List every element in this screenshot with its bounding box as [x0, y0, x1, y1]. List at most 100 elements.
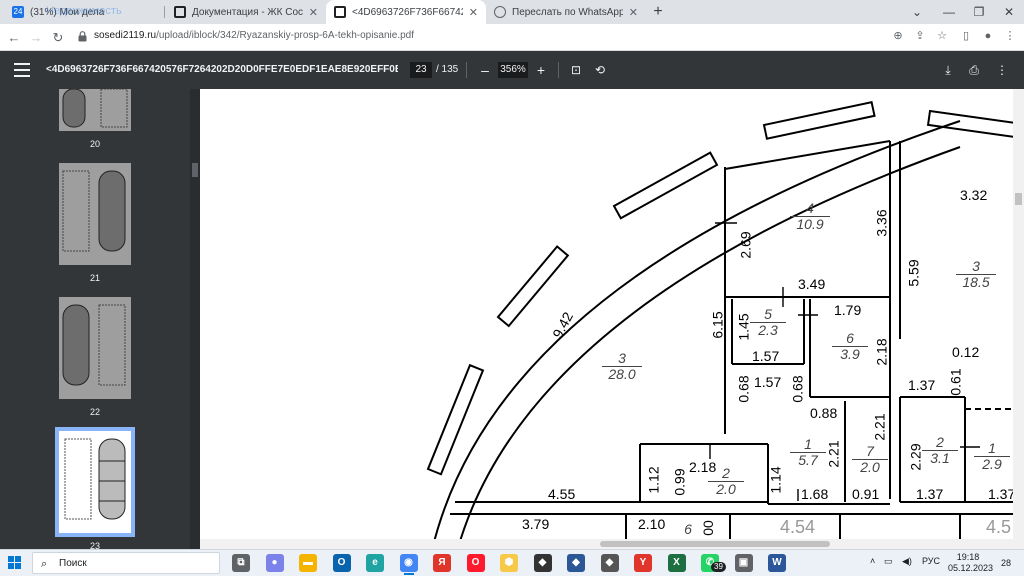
window-4: [762, 100, 876, 140]
explorer-icon[interactable]: ▬: [299, 554, 317, 572]
thumbnail-page-20[interactable]: [59, 89, 131, 131]
windows-start-icon[interactable]: [8, 556, 22, 570]
toolbar-divider: [466, 62, 467, 78]
system-clock[interactable]: 19:18 05.12.2023: [948, 552, 993, 574]
app-badge-icon[interactable]: ▣: [734, 554, 753, 572]
chrome-icon[interactable]: ◉: [399, 554, 418, 575]
window-2: [496, 245, 570, 328]
zoom-in-button[interactable]: +: [532, 61, 550, 79]
thumbnail-plan: [62, 89, 128, 128]
pdf-page-view[interactable]: 9.42 6.15 2.69 3.36 3.49 1.45 1.57 1.79 …: [200, 89, 1013, 549]
room-number: 7: [866, 443, 874, 459]
app-blue-icon[interactable]: ◆: [567, 554, 585, 572]
side-panel-icon[interactable]: ▯: [958, 28, 974, 44]
zoom-icon[interactable]: ⊕: [890, 28, 906, 44]
zoom-input[interactable]: 356%: [498, 62, 528, 78]
close-window-button[interactable]: ✕: [994, 0, 1024, 24]
yandex-icon[interactable]: Я: [433, 554, 451, 572]
back-icon[interactable]: ←: [4, 28, 24, 48]
room-number: 4: [806, 200, 814, 216]
tray-chevron-icon[interactable]: ˄: [870, 556, 875, 566]
document-icon: [174, 6, 186, 18]
print-icon[interactable]: ⎙: [966, 62, 982, 78]
close-tab-icon[interactable]: ✕: [309, 6, 318, 19]
tab-title: <4D6963726F736F667420576F7...: [352, 6, 463, 18]
windows-taskbar: ⌕ Поиск ⧉ ● ▬ Oe ◉ Я O ⬢ ◆ ◆ ◆ Y X ✆ 39 ▣ W ˄ ▭ ◀) РУС 1…: [0, 549, 1024, 576]
profile-avatar-icon[interactable]: ●: [980, 28, 996, 44]
tab-separator: [164, 6, 165, 18]
zoom-out-button[interactable]: –: [476, 61, 494, 79]
forward-icon[interactable]: →: [26, 28, 46, 48]
menu-icon[interactable]: [14, 63, 30, 77]
dimension-label: 0.68: [735, 375, 752, 403]
language-indicator[interactable]: РУС: [922, 556, 940, 566]
sidebar-scrollbar[interactable]: [190, 89, 200, 549]
browser-menu-icon[interactable]: ⋮: [1002, 28, 1018, 44]
edge-icon[interactable]: e: [366, 554, 384, 572]
room-label: 3 28.0: [602, 351, 642, 382]
word-icon[interactable]: W: [768, 554, 786, 572]
dimension-label: 3.36: [873, 209, 890, 237]
room-label: 6 3.9: [832, 331, 868, 362]
close-tab-icon[interactable]: ✕: [629, 6, 638, 19]
viewer-hscroll-thumb[interactable]: [600, 541, 830, 547]
app-dark-icon[interactable]: ◆: [533, 554, 552, 572]
page-number-input[interactable]: 23: [410, 62, 432, 78]
dimension-label: 1.37: [916, 486, 944, 502]
tab-overlay-text: Недвижимость: [46, 5, 122, 17]
thumbnail-page-23-active[interactable]: [55, 427, 135, 537]
new-tab-button[interactable]: +: [648, 2, 668, 22]
download-icon[interactable]: ⤓: [940, 62, 956, 78]
sidebar-scroll-thumb[interactable]: [192, 163, 198, 177]
room-label: 4 10.9: [790, 201, 830, 232]
close-tab-icon[interactable]: ✕: [469, 6, 478, 19]
viewer-vertical-scrollbar[interactable]: [1013, 89, 1024, 549]
thumbnail-page-number: 21: [89, 273, 100, 283]
opera-icon[interactable]: O: [466, 554, 485, 572]
more-actions-icon[interactable]: ⋮: [994, 62, 1010, 78]
thumbnail-sidebar: 20 21 22 23: [0, 89, 190, 549]
tab-documentation[interactable]: Документация - ЖК Соседи 21... ✕: [166, 0, 326, 24]
room-area: 28.0: [602, 366, 642, 382]
viewer-vscroll-thumb[interactable]: [1015, 193, 1022, 205]
viewer-horizontal-scrollbar[interactable]: [200, 539, 1013, 549]
outlook-icon[interactable]: O: [332, 554, 351, 572]
thumbnail-page-21[interactable]: [59, 163, 131, 265]
thumbnail-page-22[interactable]: [59, 297, 131, 399]
room-label: 2 2.0: [708, 466, 744, 497]
thumbnail-page-number: 20: [89, 139, 100, 149]
minimize-button[interactable]: —: [934, 0, 964, 24]
dimension-label: 0.88: [810, 405, 838, 421]
yandex-browser-icon[interactable]: Y: [634, 554, 652, 572]
tab-title: Переслать по WhatsApp: [512, 6, 623, 18]
rotate-icon[interactable]: ⟲: [592, 62, 608, 78]
pdf-toolbar: <4D6963726F736F667420576F7264202D20D0FFE…: [0, 51, 1024, 89]
volume-icon[interactable]: ◀): [902, 556, 912, 567]
reload-icon[interactable]: ↻: [48, 28, 68, 48]
dimension-label: 2.21: [871, 413, 888, 441]
room-area: 2.9: [974, 456, 1010, 472]
bookmark-star-icon[interactable]: ☆: [934, 28, 950, 44]
tab-pdf-active[interactable]: <4D6963726F736F667420576F7... ✕: [326, 0, 486, 24]
app-gray-icon[interactable]: ◆: [600, 554, 619, 572]
tab-title: Документация - ЖК Соседи 21...: [192, 6, 303, 18]
room-area: 3.9: [832, 346, 868, 362]
search-icon: ⌕: [41, 558, 48, 570]
task-view-icon[interactable]: ⧉: [232, 554, 250, 572]
dimension-label: 1.57: [754, 374, 782, 390]
network-icon[interactable]: ▭: [884, 556, 893, 567]
dimension-label: 0.99: [671, 468, 688, 496]
fit-page-icon[interactable]: ⊡: [568, 62, 584, 78]
dimension-label: 2.21: [825, 440, 842, 468]
thumbnail-plan: [64, 438, 126, 520]
yandex-market-icon[interactable]: ⬢: [500, 554, 518, 572]
teams-icon[interactable]: ●: [265, 554, 284, 572]
excel-icon[interactable]: X: [667, 554, 686, 572]
restore-button[interactable]: ❐: [964, 0, 994, 24]
notifications-badge[interactable]: 28: [997, 555, 1015, 571]
taskbar-search-input[interactable]: ⌕ Поиск: [32, 552, 220, 574]
share-icon[interactable]: ⇪: [912, 28, 928, 44]
tab-whatsapp[interactable]: Переслать по WhatsApp ✕: [486, 0, 646, 24]
clock-time: 19:18: [956, 552, 980, 562]
address-bar[interactable]: sosedi2119.ru/upload/iblock/342/Ryazansk…: [76, 27, 1016, 48]
